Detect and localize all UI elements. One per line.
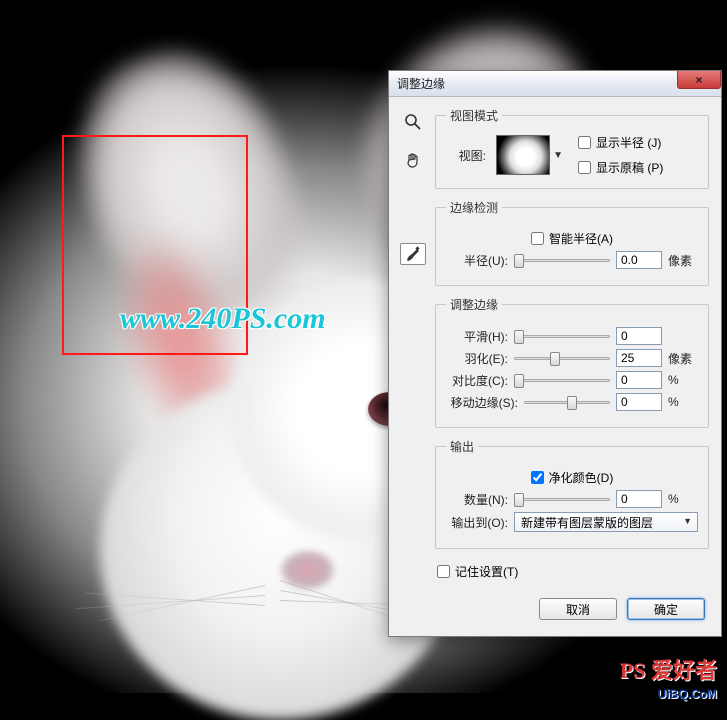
watermark-tag1: PS 爱好者 (620, 653, 717, 685)
show-radius-input[interactable] (578, 136, 591, 149)
amount-field[interactable] (616, 490, 662, 508)
hand-tool-button[interactable] (400, 149, 426, 171)
shift-edge-field[interactable] (616, 393, 662, 411)
feather-slider[interactable] (514, 349, 610, 367)
adjust-edge-group: 调整边缘 平滑(H): 羽化(E): 像素 对比度(C): (435, 296, 709, 428)
remember-settings-input[interactable] (437, 565, 450, 578)
adjust-edge-legend: 调整边缘 (446, 296, 502, 313)
watermark-url: www.240PS.com (120, 302, 326, 336)
brush-icon (404, 245, 422, 263)
output-group: 输出 净化颜色(D) 数量(N): % 输出到(O): 新建带有图层蒙版的图层 (435, 438, 709, 549)
radius-label: 半径(U): (446, 252, 508, 269)
amount-slider[interactable] (514, 490, 610, 508)
show-radius-label: 显示半径 (J) (596, 134, 661, 151)
contrast-field[interactable] (616, 371, 662, 389)
close-button[interactable]: × (677, 71, 721, 89)
smart-radius-checkbox[interactable]: 智能半径(A) (531, 230, 613, 247)
output-to-label: 输出到(O): (446, 514, 508, 531)
remember-settings-checkbox[interactable]: 记住设置(T) (437, 563, 709, 580)
hand-icon (404, 151, 422, 169)
magnifier-icon (404, 113, 422, 131)
edge-detection-legend: 边缘检测 (446, 199, 502, 216)
ok-button-label: 确定 (654, 601, 678, 618)
contrast-unit: % (668, 373, 698, 387)
show-radius-checkbox[interactable]: 显示半径 (J) (578, 134, 698, 151)
dialog-titlebar[interactable]: 调整边缘 × (389, 71, 721, 97)
smart-radius-label: 智能半径(A) (549, 230, 613, 247)
smooth-field[interactable] (616, 327, 662, 345)
zoom-tool-button[interactable] (400, 111, 426, 133)
tool-column (399, 107, 427, 624)
decontaminate-label: 净化颜色(D) (549, 469, 614, 486)
decontaminate-checkbox[interactable]: 净化颜色(D) (531, 469, 614, 486)
refine-brush-tool-button[interactable] (400, 243, 426, 265)
smooth-slider[interactable] (514, 327, 610, 345)
decontaminate-input[interactable] (531, 471, 544, 484)
contrast-label: 对比度(C): (446, 372, 508, 389)
show-original-input[interactable] (578, 161, 591, 174)
view-thumbnail-dropdown[interactable] (496, 135, 550, 175)
contrast-slider[interactable] (514, 371, 610, 389)
amount-unit: % (668, 492, 698, 506)
output-to-select[interactable]: 新建带有图层蒙版的图层 (514, 512, 698, 532)
edge-detection-group: 边缘检测 智能半径(A) 半径(U): 像素 (435, 199, 709, 286)
output-legend: 输出 (446, 438, 478, 455)
ok-button[interactable]: 确定 (627, 598, 705, 620)
view-mode-legend: 视图模式 (446, 107, 502, 124)
show-original-label: 显示原稿 (P) (596, 159, 663, 176)
shift-edge-label: 移动边缘(S): (446, 394, 518, 411)
shift-edge-slider[interactable] (524, 393, 610, 411)
show-original-checkbox[interactable]: 显示原稿 (P) (578, 159, 698, 176)
cancel-button-label: 取消 (566, 601, 590, 618)
view-mode-group: 视图模式 视图: 显示半径 (J) 显示原稿 (P) (435, 107, 709, 189)
amount-label: 数量(N): (446, 491, 508, 508)
shift-edge-unit: % (668, 395, 698, 409)
smart-radius-input[interactable] (531, 232, 544, 245)
feather-label: 羽化(E): (446, 350, 508, 367)
feather-unit: 像素 (668, 350, 698, 367)
cancel-button[interactable]: 取消 (539, 598, 617, 620)
radius-slider[interactable] (514, 251, 610, 269)
smooth-label: 平滑(H): (446, 328, 508, 345)
refine-edge-dialog: 调整边缘 × 视图模式 视图: 显示半径 (J (388, 70, 722, 637)
radius-unit: 像素 (668, 252, 698, 269)
view-label: 视图: (446, 147, 486, 164)
output-to-value: 新建带有图层蒙版的图层 (521, 516, 653, 530)
remember-settings-label: 记住设置(T) (455, 563, 518, 580)
watermark-tag2: UiBQ.CoM (658, 687, 717, 701)
dialog-title: 调整边缘 (397, 75, 445, 92)
feather-field[interactable] (616, 349, 662, 367)
radius-field[interactable] (616, 251, 662, 269)
close-icon: × (695, 74, 702, 86)
